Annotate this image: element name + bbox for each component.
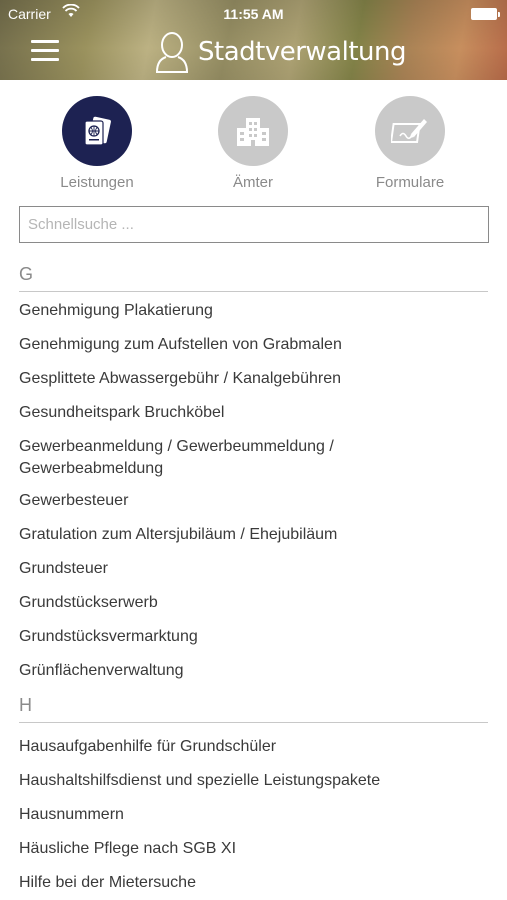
list-item[interactable]: Hausaufgabenhilfe für Grundschüler [0,731,507,765]
list-item[interactable]: Hausnummern [0,799,507,833]
passport-icon [84,116,111,146]
list-item[interactable]: Gewerbesteuer [0,485,507,519]
brand: Stadtverwaltung [152,30,406,74]
section-header-h: H [19,689,488,723]
tab-label: Leistungen [60,174,134,191]
hamburger-menu-icon[interactable] [31,40,59,62]
list-item[interactable]: Haushaltshilfsdienst und spezielle Leist… [0,765,507,799]
search-input[interactable] [19,206,489,243]
list-item[interactable]: Gesundheitspark Bruchköbel [0,397,507,431]
form-pen-icon [391,119,427,143]
status-bar: Carrier 11:55 AM [0,0,507,28]
building-icon [237,118,269,146]
list-item[interactable]: Genehmigung zum Aufstellen von Grabmalen [0,329,507,363]
list-item[interactable]: Gesplittete Abwassergebühr / Kanalgebühr… [0,363,507,397]
tab-leistungen[interactable]: Leistungen [37,96,157,191]
list-item[interactable]: Hilfe bei der Mietersuche [0,867,507,900]
formulare-circle[interactable] [375,96,445,166]
list-item[interactable]: Gratulation zum Altersjubiläum / Ehejubi… [0,519,507,553]
list-item[interactable]: Grundstückserwerb [0,587,507,621]
page-title: Stadtverwaltung [198,37,406,67]
category-tabs: Leistungen Ämter Formulare [0,96,507,196]
tab-label: Formulare [375,174,445,191]
tab-label: Ämter [232,174,273,191]
tab-formulare[interactable]: Formulare [350,96,470,191]
list-item[interactable]: Grünflächenverwaltung [0,655,507,689]
app-header: Carrier 11:55 AM Stadtverwaltung [0,0,507,80]
list-item[interactable]: Häusliche Pflege nach SGB XI [0,833,507,867]
list-item[interactable]: Grundstücksvermarktung [0,621,507,655]
battery-icon [471,8,500,20]
list-item[interactable]: Genehmigung Plakatierung [0,295,507,329]
services-list: G Genehmigung Plakatierung Genehmigung z… [0,258,507,900]
list-item[interactable]: Gewerbeanmeldung / Gewerbeummeldung / Ge… [0,431,400,485]
list-item[interactable]: Grundsteuer [0,553,507,587]
section-header-g: G [19,258,488,292]
aemter-circle[interactable] [218,96,288,166]
person-outline-icon [156,32,188,73]
tab-aemter[interactable]: Ämter [193,96,313,191]
status-time: 11:55 AM [223,6,284,22]
leistungen-circle[interactable] [62,96,132,166]
